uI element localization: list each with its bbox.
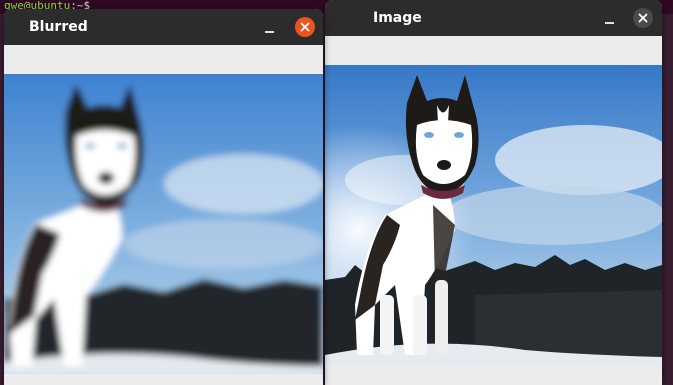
minimize-icon [605,22,614,24]
close-icon [633,8,653,28]
image-window: Image [325,0,662,385]
blurred-husky-image [4,74,323,374]
image-window-toolbar-area [325,36,662,65]
minimize-icon [265,31,274,33]
close-icon [295,17,315,37]
image-window-bottom-area [325,365,662,385]
husky-photo [325,65,662,365]
blurred-minimize-button[interactable] [261,18,279,36]
blurred-husky-photo [4,74,323,374]
blurred-window-titlebar[interactable]: Blurred [4,9,323,45]
blurred-window-toolbar-area [4,45,323,74]
image-window-title: Image [373,10,422,26]
husky-image [325,65,662,365]
image-close-button[interactable] [633,8,653,28]
blurred-close-button[interactable] [295,17,315,37]
image-minimize-button[interactable] [601,9,619,27]
blurred-window: Blurred [4,9,323,385]
blurred-window-title: Blurred [29,19,88,35]
image-window-titlebar[interactable]: Image [325,0,662,36]
blurred-window-bottom-area [4,374,323,385]
